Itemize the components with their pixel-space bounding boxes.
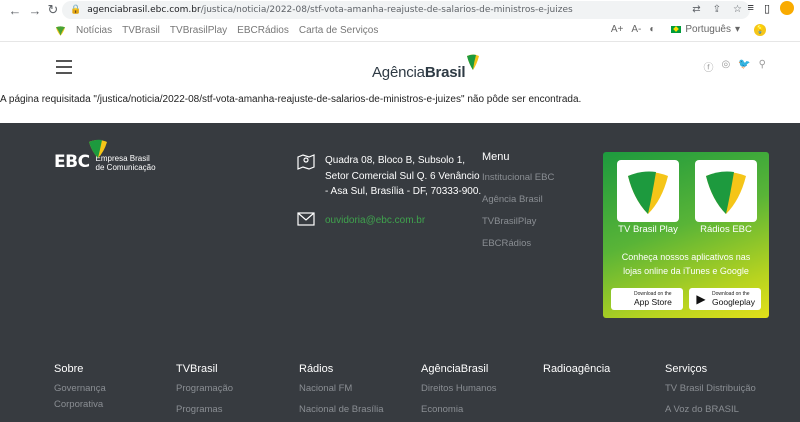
column-link[interactable]: Governança bbox=[54, 384, 106, 394]
footer-column-radios: Rádios Nacional FM Nacional de Brasília bbox=[299, 363, 384, 421]
column-link[interactable]: Programação bbox=[176, 384, 233, 394]
column-link[interactable]: Economia bbox=[421, 405, 497, 415]
address-line1: Quadra 08, Bloco B, Subsolo 1, bbox=[325, 155, 466, 166]
url-host: agenciabrasil.ebc.com.br bbox=[87, 5, 201, 15]
footer-column-sobre: Sobre Governança Corporativa bbox=[54, 363, 106, 416]
logo-leaf-icon bbox=[467, 54, 480, 70]
facebook-icon[interactable]: ⓕ bbox=[703, 59, 713, 74]
column-link[interactable]: Nacional de Brasília bbox=[299, 405, 384, 415]
footer-column-radioagencia: Radioagência bbox=[543, 363, 610, 384]
page-not-found-message: A página requisitada "/justica/noticia/2… bbox=[0, 94, 582, 105]
column-title[interactable]: Sobre bbox=[54, 363, 106, 375]
brazil-flag-icon bbox=[671, 26, 682, 33]
translate-icon[interactable]: ⇄ bbox=[692, 4, 700, 15]
apps-note-line2: lojas online da iTunes e Google bbox=[623, 266, 749, 276]
ebc-logo-text: EBC bbox=[54, 152, 90, 172]
play-triangle-icon: ▶ bbox=[696, 292, 706, 306]
footer-column-agenciabrasil: AgênciaBrasil Direitos Humanos Economia bbox=[421, 363, 497, 421]
browser-toolbar: ← → ↻ 🔒 agenciabrasil.ebc.com.br/justica… bbox=[0, 0, 800, 20]
apps-note: Conheça nossos aplicativos nas lojas onl… bbox=[611, 250, 761, 278]
google-play-big-text: Googleplay bbox=[712, 297, 756, 307]
logo-regular-text: Agência bbox=[372, 64, 425, 81]
address-line3: - Asa Sul, Brasília - DF, 70333-900. bbox=[325, 186, 482, 197]
mail-icon bbox=[297, 211, 317, 230]
footer-menu-title: Menu bbox=[482, 151, 510, 163]
footer-menu-item[interactable]: TVBrasilPlay bbox=[482, 216, 554, 227]
ebc-small-leaf-icon bbox=[55, 26, 66, 36]
twitter-icon[interactable]: 🐦 bbox=[738, 59, 750, 74]
ebc-leaf-icon bbox=[89, 139, 107, 158]
column-title[interactable]: Rádios bbox=[299, 363, 384, 375]
topnav-link-noticias[interactable]: Notícias bbox=[76, 25, 112, 36]
site-footer: EBC Empresa Brasil de Comunicação Quadra… bbox=[0, 123, 800, 422]
ouvidoria-email-link[interactable]: ouvidoria@ebc.com.br bbox=[325, 215, 425, 226]
forward-icon[interactable]: → bbox=[26, 1, 44, 19]
lightbulb-icon[interactable]: 💡 bbox=[754, 24, 766, 36]
contrast-icon[interactable]: ◐ bbox=[649, 24, 655, 35]
app-store-button[interactable]: Download on the App Store bbox=[611, 288, 683, 310]
language-selector[interactable]: Português ▾ bbox=[671, 24, 740, 35]
topnav-link-ebcradios[interactable]: EBCRádios bbox=[237, 25, 289, 36]
tv-brasil-play-app-icon[interactable] bbox=[617, 160, 679, 222]
radios-ebc-label[interactable]: Rádios EBC bbox=[681, 224, 771, 235]
lock-icon: 🔒 bbox=[70, 5, 82, 15]
url-path: /justica/noticia/2022-08/stf-vota-amanha… bbox=[200, 5, 573, 15]
logo-bold-text: Brasil bbox=[424, 64, 466, 81]
topnav-link-tvbrasilplay[interactable]: TVBrasilPlay bbox=[170, 25, 227, 36]
site-header: AgênciaBrasil ⓕ ◎ 🐦 ⚲ bbox=[0, 43, 800, 90]
column-link[interactable]: Programas bbox=[176, 405, 233, 415]
sidebar-icon[interactable]: ▯ bbox=[764, 2, 770, 15]
search-icon[interactable]: ⚲ bbox=[759, 59, 766, 74]
google-play-button[interactable]: ▶ Download on the Googleplay bbox=[689, 288, 761, 310]
tab-list-icon[interactable]: ≡ bbox=[748, 2, 754, 14]
column-title[interactable]: AgênciaBrasil bbox=[421, 363, 497, 375]
top-navigation: Notícias TVBrasil TVBrasilPlay EBCRádios… bbox=[0, 20, 800, 42]
address-line2: Setor Comercial Sul Q. 6 Venâncio bbox=[325, 170, 480, 182]
ebc-logo[interactable]: EBC Empresa Brasil de Comunicação bbox=[54, 138, 156, 172]
footer-column-servicos: Serviços TV Brasil Distribuição A Voz do… bbox=[665, 363, 756, 421]
chevron-down-icon: ▾ bbox=[734, 24, 740, 35]
bookmark-star-icon[interactable]: ☆ bbox=[733, 4, 742, 15]
footer-menu: Menu Institucional EBC Agência Brasil TV… bbox=[482, 151, 554, 260]
app-store-big-text: App Store bbox=[634, 297, 672, 307]
footer-menu-item[interactable]: Agência Brasil bbox=[482, 194, 554, 205]
footer-column-tvbrasil: TVBrasil Programação Programas bbox=[176, 363, 233, 421]
column-link[interactable]: Corporativa bbox=[54, 400, 106, 410]
back-icon[interactable]: ← bbox=[6, 1, 24, 19]
column-title[interactable]: Radioagência bbox=[543, 363, 610, 375]
contact-block: Quadra 08, Bloco B, Subsolo 1, Setor Com… bbox=[297, 153, 481, 242]
map-pin-icon bbox=[297, 153, 317, 171]
address-bar[interactable]: 🔒 agenciabrasil.ebc.com.br/justica/notic… bbox=[62, 1, 750, 19]
apps-promo-box: TV Brasil Play Rádios EBC Conheça nossos… bbox=[603, 152, 769, 318]
footer-menu-item[interactable]: EBCRádios bbox=[482, 238, 554, 249]
apps-note-line1: Conheça nossos aplicativos nas bbox=[621, 252, 751, 262]
agencia-brasil-logo[interactable]: AgênciaBrasil bbox=[372, 51, 480, 81]
topnav-link-carta-servicos[interactable]: Carta de Serviços bbox=[299, 25, 378, 36]
font-increase-button[interactable]: A+ bbox=[611, 24, 624, 35]
profile-avatar[interactable] bbox=[780, 1, 794, 15]
column-link[interactable]: A Voz do BRASIL bbox=[665, 405, 756, 415]
column-link[interactable]: Direitos Humanos bbox=[421, 384, 497, 394]
instagram-icon[interactable]: ◎ bbox=[721, 59, 730, 74]
footer-menu-item[interactable]: Institucional EBC bbox=[482, 172, 554, 183]
column-title[interactable]: TVBrasil bbox=[176, 363, 233, 375]
font-decrease-button[interactable]: A- bbox=[631, 24, 641, 35]
column-link[interactable]: Nacional FM bbox=[299, 384, 384, 394]
column-title[interactable]: Serviços bbox=[665, 363, 756, 375]
topnav-link-tvbrasil[interactable]: TVBrasil bbox=[122, 25, 160, 36]
ebc-line2: de Comunicação bbox=[95, 163, 156, 172]
share-icon[interactable]: ⇪ bbox=[713, 4, 721, 15]
column-link[interactable]: TV Brasil Distribuição bbox=[665, 384, 756, 394]
hamburger-menu-icon[interactable] bbox=[56, 60, 72, 74]
radios-ebc-app-icon[interactable] bbox=[695, 160, 757, 222]
tv-brasil-play-label[interactable]: TV Brasil Play bbox=[603, 224, 693, 235]
language-label: Português bbox=[685, 24, 731, 35]
reload-icon[interactable]: ↻ bbox=[44, 1, 62, 19]
